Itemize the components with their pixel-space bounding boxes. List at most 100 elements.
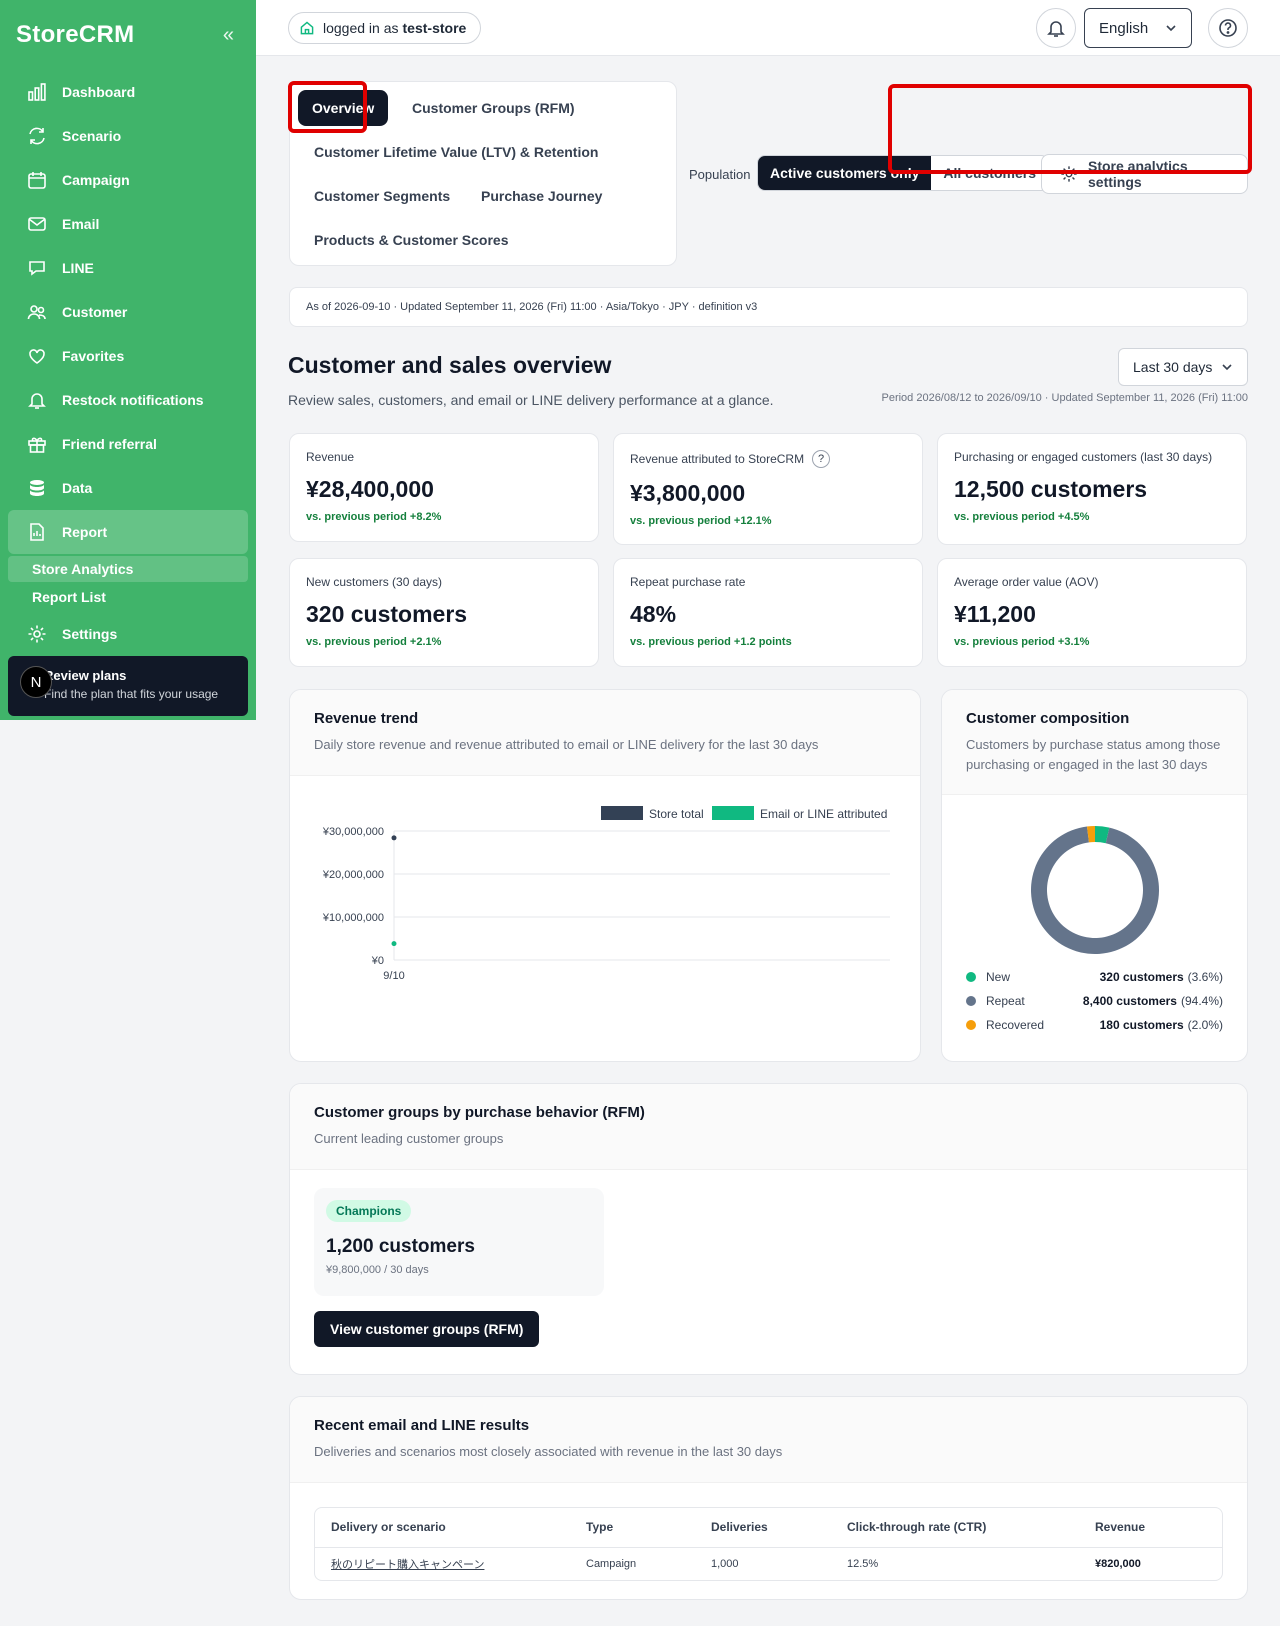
cell-ctr: 12.5% (847, 1557, 879, 1570)
cell-type: Campaign (586, 1557, 637, 1570)
tab-products-customer-scores[interactable]: Products & Customer Scores (300, 222, 523, 258)
heart-icon (26, 345, 48, 367)
tab-customer-segments[interactable]: Customer Segments (300, 178, 464, 214)
column-header[interactable]: Click-through rate (CTR) (831, 1507, 1079, 1548)
kpi-delta: vs. previous period +4.5% (954, 511, 1090, 523)
card-header: Recent email and LINE results Deliveries… (290, 1397, 1247, 1483)
x-tick-label: 9/10 (383, 970, 404, 982)
rfm-group-tile[interactable]: Champions 1,200 customers ¥9,800,000 / 3… (314, 1188, 604, 1296)
period-text: Period 2026/08/12 to 2026/09/10 · Update… (881, 392, 1248, 404)
logo: StoreCRM (16, 21, 135, 48)
page-description: Review sales, customers, and email or LI… (288, 392, 774, 408)
sidebar-item-label: Email (62, 216, 100, 232)
customer-composition-donut (1031, 826, 1159, 954)
y-tick-label: ¥30,000,000 (322, 826, 384, 838)
bell-icon (1046, 18, 1066, 38)
sidebar-item-label: Restock notifications (62, 392, 204, 408)
table-row[interactable]: 秋のリピート購入キャンペーン Campaign 1,000 12.5% ¥820… (315, 1548, 1222, 1580)
sidebar-item-scenario[interactable]: Scenario (8, 114, 248, 158)
card-title: Customer composition (966, 710, 1130, 727)
kpi-value: 320 customers (306, 601, 468, 627)
date-range-select[interactable]: Last 30 days (1118, 348, 1248, 386)
question-icon[interactable]: ? (812, 450, 831, 468)
bell-icon (26, 389, 48, 411)
card-subtitle: Current leading customer groups (314, 1131, 504, 1146)
composition-legend: New 320 customers (3.6%) Repeat 8,400 cu… (942, 965, 1247, 1037)
sidebar-item-settings[interactable]: Settings (8, 612, 248, 656)
legend-count: 180 customers (1099, 1018, 1184, 1032)
revenue-trend-chart: Store total Email or LINE attributed ¥30… (322, 805, 890, 982)
highlight-box (288, 81, 367, 133)
kpi-card: New customers (30 days) 320 customers vs… (289, 558, 599, 667)
tab-ltv-retention[interactable]: Customer Lifetime Value (LTV) & Retentio… (300, 134, 612, 170)
refresh-icon (26, 125, 48, 147)
sidebar-item-email[interactable]: Email (8, 202, 248, 246)
card-title: Customer groups by purchase behavior (RF… (314, 1104, 645, 1121)
sidebar-item-label: Friend referral (62, 436, 157, 452)
card-title: Revenue trend (314, 710, 419, 727)
sidebar-item-label: Scenario (62, 128, 122, 144)
sidebar-item-dashboard[interactable]: Dashboard (8, 70, 248, 114)
view-customer-groups-button[interactable]: View customer groups (RFM) (314, 1311, 540, 1347)
donut-slice-repeat[interactable] (1031, 826, 1159, 954)
legend-label-store-total: Store total (649, 807, 704, 821)
review-plans-card[interactable]: N Review plans Find the plan that fits y… (8, 656, 248, 716)
help-button[interactable] (1208, 8, 1248, 48)
sidebar-item-restock-notifications[interactable]: Restock notifications (8, 378, 248, 422)
recent-results-card: Recent email and LINE results Deliveries… (289, 1396, 1248, 1600)
kpi-value: ¥3,800,000 (630, 480, 746, 506)
cell-delivery-name[interactable]: 秋のリピート購入キャンペーン (315, 1548, 570, 1580)
sidebar-item-label: Dashboard (62, 84, 136, 100)
kpi-delta: vs. previous period +3.1% (954, 636, 1090, 648)
cell-deliveries: 1,000 (711, 1557, 739, 1570)
rfm-count: 1,200 customers (326, 1236, 475, 1257)
sidebar-item-friend-referral[interactable]: Friend referral (8, 422, 248, 466)
notifications-button[interactable] (1036, 8, 1076, 48)
column-header[interactable]: Revenue (1079, 1507, 1222, 1548)
sidebar-item-favorites[interactable]: Favorites (8, 334, 248, 378)
gear-icon (26, 623, 48, 645)
sidebar-item-customer[interactable]: Customer (8, 290, 248, 334)
sidebar-item-campaign[interactable]: Campaign (8, 158, 248, 202)
kpi-label-row: Revenue attributed to StoreCRM? (630, 450, 906, 468)
sidebar-subitem-store-analytics[interactable]: Store Analytics (8, 556, 248, 582)
chevron-down-icon (1221, 361, 1233, 373)
card-subtitle: Customers by purchase status among those… (966, 737, 1221, 772)
as-of-banner: As of 2026-09-10 · Updated September 11,… (289, 287, 1248, 327)
users-icon (26, 301, 48, 323)
rfm-revenue: ¥9,800,000 / 30 days (326, 1264, 429, 1276)
legend-dot (966, 996, 976, 1006)
topbar: logged in as test-store English (256, 0, 1280, 56)
card-subtitle: Daily store revenue and revenue attribut… (314, 737, 819, 752)
sidebar-subitem-report-list[interactable]: Report List (8, 584, 248, 610)
kpi-delta: vs. previous period +12.1% (630, 515, 772, 527)
kpi-value: 12,500 customers (954, 476, 1148, 502)
kpi-delta: vs. previous period +2.1% (306, 636, 442, 648)
data-point[interactable] (391, 940, 397, 946)
sidebar-item-line[interactable]: LINE (8, 246, 248, 290)
date-range-value: Last 30 days (1133, 359, 1213, 375)
sidebar-item-report[interactable]: Report (8, 510, 248, 554)
column-header[interactable]: Type (570, 1507, 695, 1548)
chat-icon (26, 257, 48, 279)
page-title: Customer and sales overview (288, 352, 612, 378)
data-point[interactable] (391, 834, 397, 840)
collapse-sidebar-icon[interactable]: « (223, 24, 234, 47)
bar-chart-icon (26, 81, 48, 103)
legend-label: Recovered (986, 1018, 1045, 1032)
kpi-label: Repeat purchase rate (630, 575, 746, 589)
sidebar-item-label: Settings (62, 626, 118, 642)
kpi-label: Revenue attributed to StoreCRM (630, 452, 805, 466)
tab-customer-groups-rfm[interactable]: Customer Groups (RFM) (398, 90, 589, 126)
column-header[interactable]: Deliveries (695, 1507, 831, 1548)
legend-pct: (2.0%) (1187, 1018, 1223, 1032)
tab-purchase-journey[interactable]: Purchase Journey (467, 178, 616, 214)
sidebar-item-label: Favorites (62, 348, 125, 364)
language-select[interactable]: English (1084, 8, 1192, 48)
column-header[interactable]: Delivery or scenario (315, 1507, 570, 1548)
sidebar-item-label: Campaign (62, 172, 130, 188)
table-header-row: Delivery or scenario Type Deliveries Cli… (315, 1507, 1222, 1548)
sidebar-item-data[interactable]: Data (8, 466, 248, 510)
sidebar-item-label: Customer (62, 304, 128, 320)
sidebar-item-label: Data (62, 480, 93, 496)
